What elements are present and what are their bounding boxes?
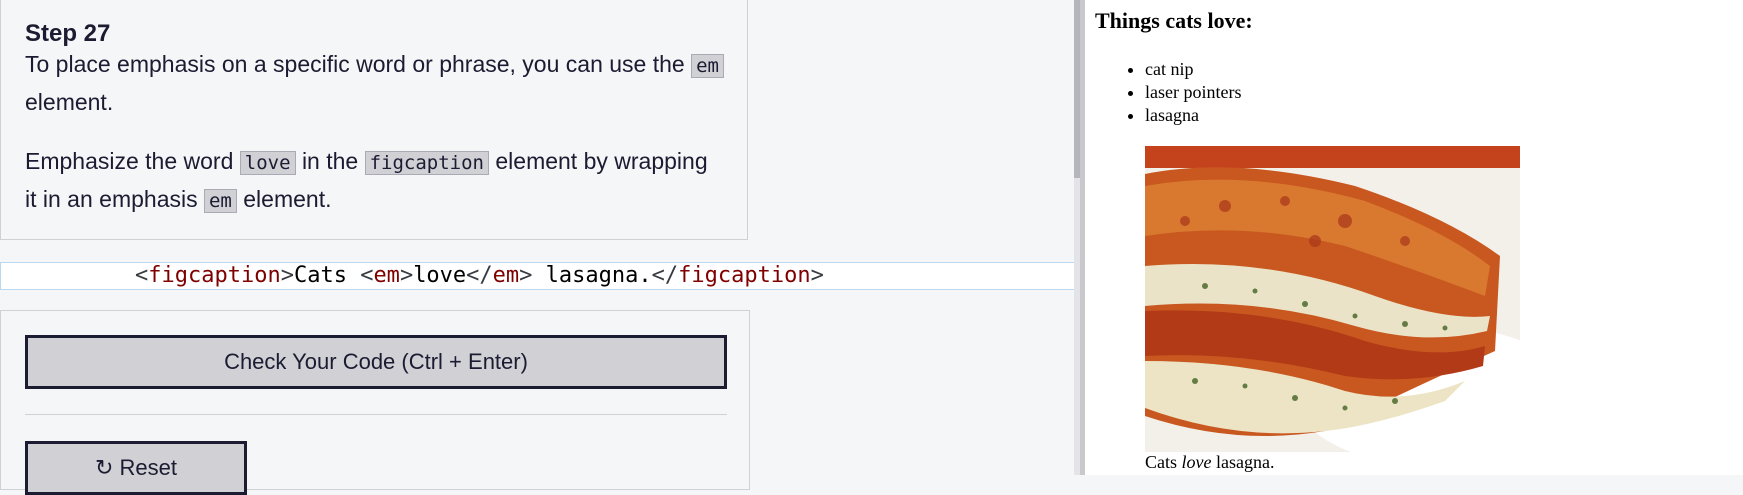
reset-icon: ↻: [95, 455, 114, 480]
code-em: em: [203, 189, 237, 213]
caption-text: Cats: [1145, 452, 1182, 472]
caption-text: lasagna.: [1211, 452, 1275, 472]
preview-pane: Things cats love: cat nip laser pointers…: [1085, 0, 1743, 475]
lasagna-image: [1145, 146, 1520, 452]
editor-pane: Step 27 To place emphasis on a specific …: [0, 0, 1080, 495]
caption-emphasis: love: [1181, 452, 1212, 472]
code-figcaption: figcaption: [364, 151, 489, 175]
check-code-button[interactable]: Check Your Code (Ctrl + Enter): [25, 335, 727, 389]
reset-button[interactable]: ↻ Reset: [25, 441, 247, 495]
code-token-text: lasagna.: [532, 263, 652, 288]
instructions-panel: Step 27 To place emphasis on a specific …: [0, 0, 748, 240]
instruction-text: Emphasize the word: [25, 148, 234, 174]
code-token: >: [810, 263, 824, 288]
code-token-tag: figcaption: [148, 263, 281, 288]
preview-list: cat nip laser pointers lasagna: [1095, 58, 1241, 127]
list-item: cat nip: [1145, 58, 1241, 81]
preview-caption: Cats love lasagna.: [1145, 452, 1274, 473]
divider: [25, 414, 727, 415]
step-title: Step 27: [25, 20, 111, 47]
instruction-text: in the: [301, 148, 359, 174]
instruction-paragraph-1: To place emphasis on a specific word or …: [25, 46, 725, 120]
code-token: >: [280, 263, 294, 288]
code-token-tag: em: [373, 263, 400, 288]
code-token: </: [651, 263, 679, 288]
code-token: >: [519, 263, 533, 288]
instruction-text: element.: [243, 186, 332, 212]
list-item: laser pointers: [1145, 81, 1241, 104]
code-love: love: [239, 151, 296, 175]
preview-heading: Things cats love:: [1095, 8, 1253, 33]
code-token-text: Cats: [293, 263, 361, 288]
code-editor-line[interactable]: <figcaption>Cats <em>love</em> lasagna.<…: [0, 262, 1077, 290]
code-token-text: love: [413, 263, 467, 288]
code-token: <: [360, 263, 374, 288]
code-token: >: [399, 263, 414, 288]
list-item: lasagna: [1145, 104, 1241, 127]
action-panel: Check Your Code (Ctrl + Enter) ↻ Reset: [0, 310, 750, 495]
instruction-paragraph-2: Emphasize the word love in the figcaptio…: [25, 143, 725, 219]
instruction-text: To place emphasis on a specific word or …: [25, 51, 685, 77]
code-token-tag: figcaption: [678, 263, 811, 288]
code-token: </: [466, 263, 493, 288]
code-token-tag: em: [492, 263, 520, 288]
code-line-text: <figcaption>Cats <em>love</em> lasagna.<…: [135, 263, 824, 289]
reset-label: Reset: [119, 455, 177, 480]
instruction-text: element.: [25, 89, 114, 115]
code-token: <: [135, 263, 149, 288]
code-em: em: [691, 54, 724, 78]
